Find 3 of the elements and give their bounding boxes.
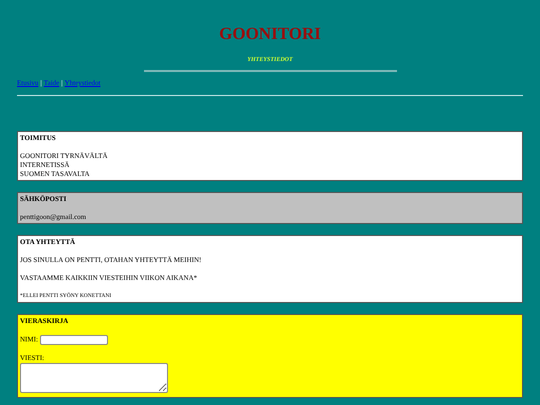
name-input-field[interactable] (40, 335, 108, 345)
site-title: GOONITORI (218, 24, 322, 44)
message-input-field[interactable] (20, 363, 168, 393)
